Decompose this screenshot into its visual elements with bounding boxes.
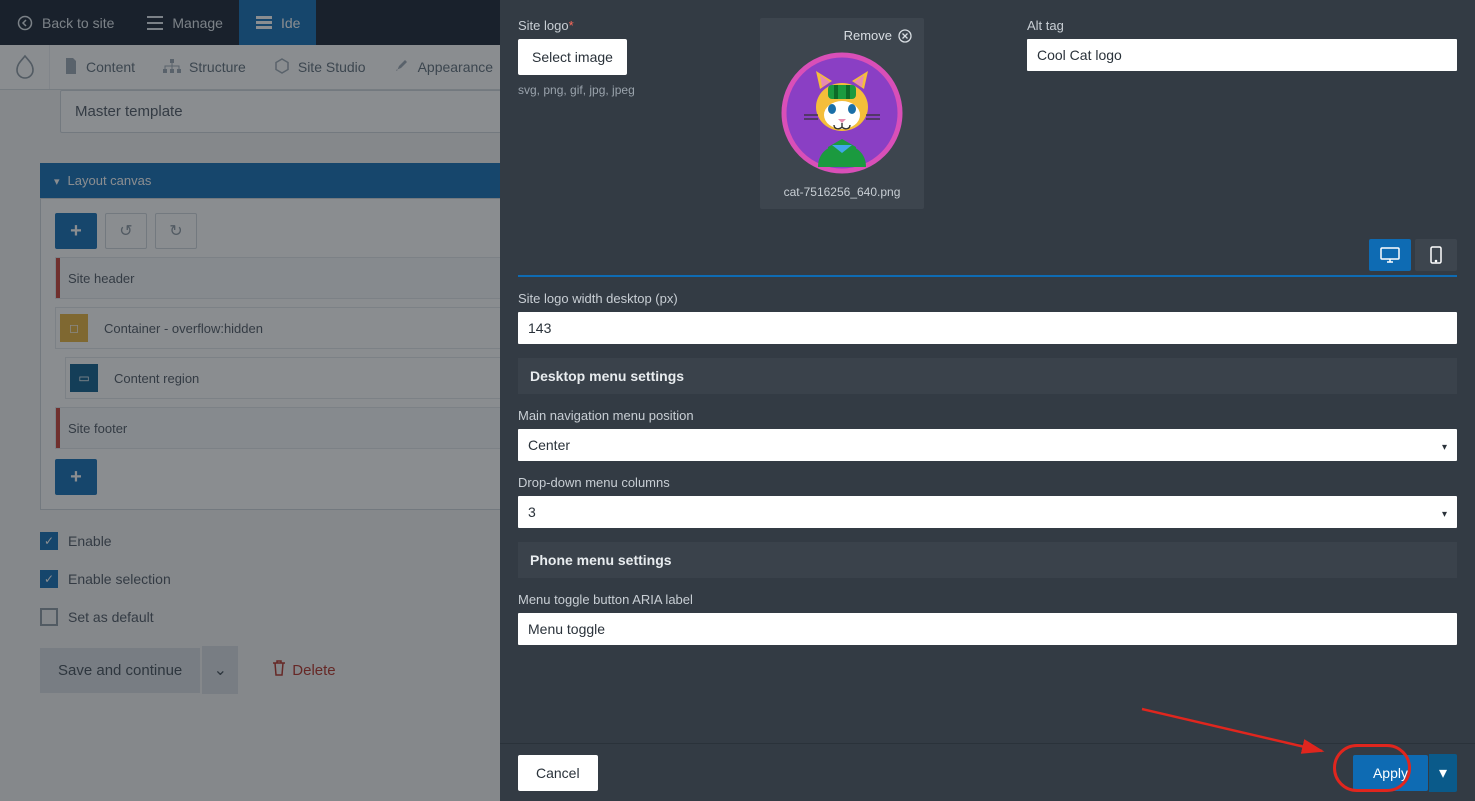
- logo-width-input[interactable]: [518, 312, 1457, 344]
- mobile-view-button[interactable]: [1415, 239, 1457, 271]
- alt-tag-input[interactable]: [1027, 39, 1457, 71]
- section-separator: [518, 275, 1457, 277]
- remove-image-button[interactable]: Remove: [760, 18, 924, 49]
- cancel-button[interactable]: Cancel: [518, 755, 598, 791]
- chevron-down-icon: [1442, 437, 1447, 453]
- aria-label-input[interactable]: [518, 613, 1457, 645]
- nav-position-value: Center: [528, 437, 570, 453]
- nav-position-label: Main navigation menu position: [518, 408, 1457, 423]
- logo-filename: cat-7516256_640.png: [760, 185, 924, 199]
- remove-label: Remove: [844, 28, 892, 43]
- desktop-menu-section-header: Desktop menu settings: [518, 358, 1457, 394]
- logo-image: [778, 49, 906, 177]
- settings-panel: Site logo* Select image svg, png, gif, j…: [500, 0, 1475, 801]
- phone-menu-section-header: Phone menu settings: [518, 542, 1457, 578]
- panel-footer: Cancel Apply ▾: [500, 743, 1475, 801]
- apply-dropdown-toggle[interactable]: ▾: [1429, 754, 1457, 792]
- dropdown-columns-label: Drop-down menu columns: [518, 475, 1457, 490]
- chevron-down-icon: [1442, 504, 1447, 520]
- select-image-button[interactable]: Select image: [518, 39, 627, 75]
- device-toggle: [518, 239, 1457, 271]
- close-circle-icon: [898, 29, 912, 43]
- site-logo-label: Site logo*: [518, 18, 728, 33]
- logo-width-label: Site logo width desktop (px): [518, 291, 1457, 306]
- apply-button[interactable]: Apply: [1353, 755, 1428, 791]
- dropdown-columns-select[interactable]: 3: [518, 496, 1457, 528]
- dropdown-columns-value: 3: [528, 504, 536, 520]
- alt-tag-label: Alt tag: [1027, 18, 1457, 33]
- formats-hint: svg, png, gif, jpg, jpeg: [518, 83, 728, 97]
- desktop-view-button[interactable]: [1369, 239, 1411, 271]
- logo-preview-card: Remove: [760, 18, 924, 209]
- nav-position-select[interactable]: Center: [518, 429, 1457, 461]
- aria-label-label: Menu toggle button ARIA label: [518, 592, 1457, 607]
